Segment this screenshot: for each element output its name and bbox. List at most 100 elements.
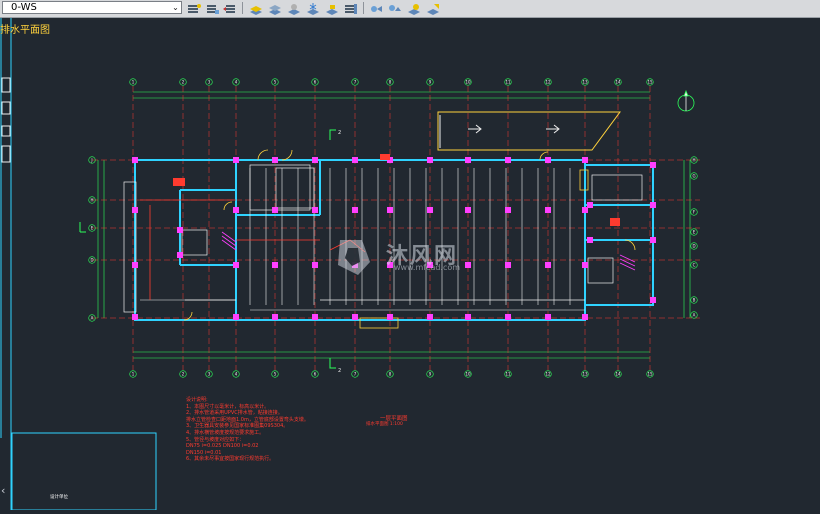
layer-states-icon[interactable] <box>204 1 220 15</box>
layer-freeze-icon[interactable] <box>305 1 321 15</box>
layer-match-icon[interactable] <box>343 1 359 15</box>
layer-isolate-icon[interactable] <box>248 1 264 15</box>
column <box>587 202 593 208</box>
grid-label: 9 <box>429 80 432 85</box>
design-note-line: 5、管径与坡度对应如下： <box>186 436 245 443</box>
column <box>312 262 318 268</box>
design-note-line: DN75 i=0.025 DN100 i=0.02 <box>186 443 259 450</box>
grid-label: 7 <box>354 80 357 85</box>
grid-label: 10 <box>465 372 471 377</box>
layer-walk-icon[interactable] <box>368 1 384 15</box>
column <box>505 262 511 268</box>
inner-walls <box>123 164 643 313</box>
grid-label: 9 <box>429 372 432 377</box>
column <box>505 314 511 320</box>
grid-label: 11 <box>505 80 511 85</box>
grid-label: 6 <box>314 80 317 85</box>
grid-label: B <box>693 298 696 303</box>
column <box>427 314 433 320</box>
grid-label: 15 <box>647 372 653 377</box>
grid-label: 1 <box>132 372 135 377</box>
column <box>582 314 588 320</box>
column <box>545 157 551 163</box>
grid-label: E <box>693 230 696 235</box>
column <box>312 207 318 213</box>
grid-label: 5 <box>274 372 277 377</box>
column <box>233 157 239 163</box>
grid-label: 5 <box>274 80 277 85</box>
grid-label: 14 <box>615 80 621 85</box>
grid-label: 8 <box>389 372 392 377</box>
column <box>272 207 278 213</box>
column <box>650 297 656 303</box>
layer-delete-icon[interactable] <box>406 1 422 15</box>
chevron-down-icon[interactable]: ⌄ <box>170 2 181 13</box>
design-note-line: 4、排水横管坡度按规范要求施工。 <box>186 429 265 436</box>
column <box>465 314 471 320</box>
grid-label: 14 <box>615 372 621 377</box>
column <box>465 157 471 163</box>
column <box>312 314 318 320</box>
column <box>132 314 138 320</box>
plan-subtitle: 排水平面图 1:100 <box>366 422 403 427</box>
layer-toolbar: 0-WS ⌄ <box>0 0 820 18</box>
column <box>352 207 358 213</box>
layer-properties-icon[interactable] <box>186 1 202 15</box>
column <box>505 157 511 163</box>
column <box>132 157 138 163</box>
grid-label: 2 <box>182 80 185 85</box>
column <box>272 314 278 320</box>
section-mark-label: 2 <box>338 130 341 136</box>
north-arrow-icon <box>677 89 695 112</box>
column <box>587 237 593 243</box>
layer-unisolate-icon[interactable] <box>267 1 283 15</box>
grid-axis-lines <box>92 86 700 370</box>
column <box>650 237 656 243</box>
column <box>465 262 471 268</box>
grid-label: 13 <box>582 80 588 85</box>
chevron-left-icon[interactable]: ‹ <box>1 485 5 497</box>
column <box>427 207 433 213</box>
column <box>650 202 656 208</box>
column <box>427 157 433 163</box>
design-note-line: 3、卫生器具安装参见国家标准图集09S304。 <box>186 423 289 430</box>
column <box>312 157 318 163</box>
layer-previous-icon[interactable] <box>222 1 238 15</box>
design-notes: 设计说明: 1、本图尺寸以毫米计，标高以米计。 2、排水管道采用UPVC排水管，粘接… <box>186 397 376 463</box>
section-mark-label: 2 <box>338 368 341 374</box>
column <box>387 207 393 213</box>
layer-merge-icon[interactable] <box>387 1 403 15</box>
design-note-line: 设计说明: <box>186 397 208 403</box>
grid-label: 4 <box>235 372 238 377</box>
grid-label: J <box>90 158 92 163</box>
grid-label: 12 <box>545 80 551 85</box>
layer-dropdown[interactable]: 0-WS ⌄ <box>2 1 182 14</box>
column <box>233 207 239 213</box>
column <box>233 262 239 268</box>
column <box>465 207 471 213</box>
grid-label: 6 <box>314 372 317 377</box>
column <box>177 252 183 258</box>
flow-arrow <box>468 124 560 134</box>
design-note-line: 6、其余未尽事宜按国家现行规范执行。 <box>186 456 275 463</box>
grid-label: 10 <box>465 80 471 85</box>
grid-label: A <box>91 316 94 321</box>
title-block-frame <box>11 432 157 511</box>
column <box>650 162 656 168</box>
grid-label: H <box>692 158 695 163</box>
layer-off-icon[interactable] <box>286 1 302 15</box>
design-note-line: 2、排水管道采用UPVC排水管，粘接连接。 <box>186 410 283 417</box>
layer-current-icon[interactable] <box>425 1 441 15</box>
column <box>177 227 183 233</box>
watermark-logo-icon <box>338 240 370 275</box>
grid-label: 12 <box>545 372 551 377</box>
watermark-url: www.mfcad.com <box>394 263 461 272</box>
column <box>352 157 358 163</box>
column <box>545 262 551 268</box>
title-block-label: 设计单位 <box>50 495 68 500</box>
grid-label: 2 <box>182 372 185 377</box>
grid-label: 1 <box>132 80 135 85</box>
column <box>352 314 358 320</box>
layer-lock-icon[interactable] <box>324 1 340 15</box>
grid-label: A <box>693 313 696 318</box>
